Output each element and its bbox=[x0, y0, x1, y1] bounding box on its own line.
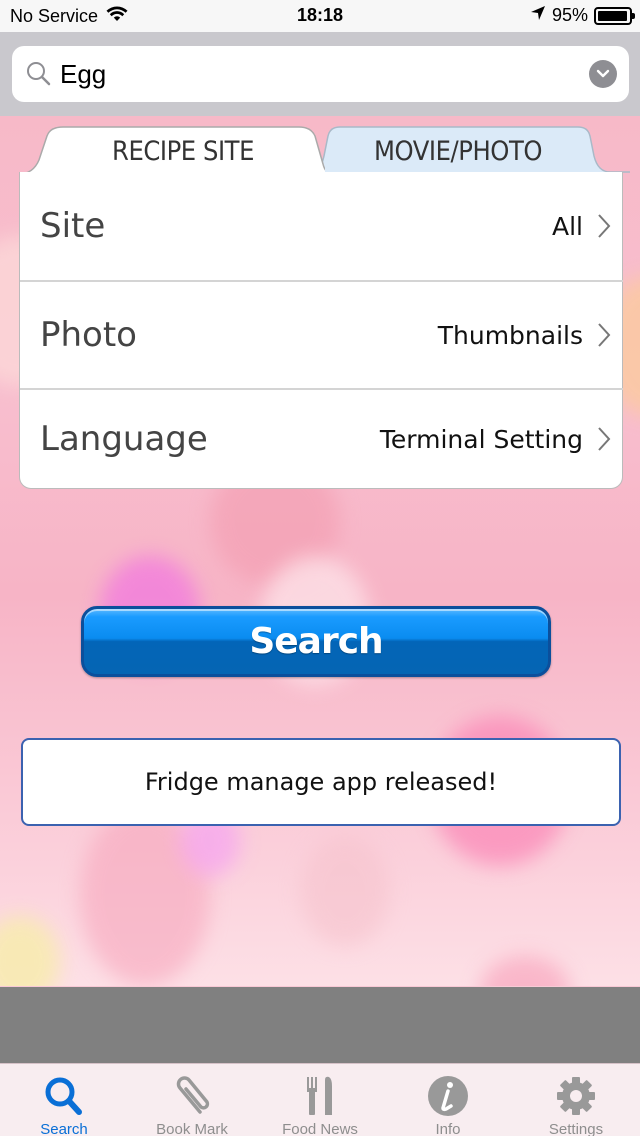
search-box[interactable] bbox=[12, 46, 629, 102]
tab-bar-label: Settings bbox=[548, 1121, 604, 1136]
dropdown-button[interactable] bbox=[589, 60, 617, 88]
search-button[interactable]: Search bbox=[81, 606, 551, 677]
magnifier-icon bbox=[26, 61, 52, 87]
photo-row[interactable]: Photo Thumbnails bbox=[20, 282, 623, 388]
gear-icon bbox=[554, 1074, 598, 1118]
language-label: Language bbox=[40, 419, 208, 459]
chevron-right-icon bbox=[598, 214, 611, 238]
battery-fill bbox=[598, 10, 627, 21]
status-bar: No Service 18:18 95% bbox=[0, 0, 640, 32]
tab-bar-bookmark[interactable]: Book Mark bbox=[128, 1064, 256, 1136]
site-value: All bbox=[552, 211, 583, 241]
ad-banner-area bbox=[0, 987, 640, 1063]
tab-bar-food-news[interactable]: Food News bbox=[256, 1064, 384, 1136]
search-input[interactable] bbox=[60, 54, 580, 94]
battery-icon bbox=[594, 6, 635, 25]
search-button-label: Search bbox=[249, 621, 383, 662]
wifi-icon bbox=[106, 5, 128, 27]
tab-movie-photo[interactable]: MOVIE/PHOTO bbox=[336, 126, 581, 176]
tab-bar-search[interactable]: Search bbox=[0, 1064, 128, 1136]
news-banner[interactable]: Fridge manage app released! bbox=[21, 738, 621, 826]
language-value: Terminal Setting bbox=[379, 424, 583, 454]
tab-bar-label: Search bbox=[40, 1121, 88, 1136]
tab-bar: Search Book Mark Food News Info Settings bbox=[0, 1063, 640, 1136]
fork-knife-icon bbox=[298, 1074, 342, 1118]
tab-bar-info[interactable]: Info bbox=[384, 1064, 512, 1136]
search-icon bbox=[42, 1074, 86, 1118]
paperclip-icon bbox=[170, 1074, 214, 1118]
photo-value: Thumbnails bbox=[437, 320, 583, 350]
search-bar-area bbox=[0, 32, 640, 116]
tab-recipe-site[interactable]: RECIPE SITE bbox=[62, 126, 305, 176]
battery-percent: 95% bbox=[551, 5, 588, 25]
location-arrow-icon bbox=[530, 5, 546, 26]
tab-bar-label: Food News bbox=[282, 1121, 358, 1136]
language-row[interactable]: Language Terminal Setting bbox=[20, 390, 623, 488]
search-options-card: Site All Photo Thumbnails Language Termi… bbox=[19, 172, 623, 489]
chevron-right-icon bbox=[598, 427, 611, 451]
tab-bar-settings[interactable]: Settings bbox=[512, 1064, 640, 1136]
tab-bar-label: Book Mark bbox=[156, 1121, 228, 1136]
site-label: Site bbox=[40, 206, 106, 246]
photo-label: Photo bbox=[40, 315, 137, 355]
chevron-down-icon bbox=[596, 69, 610, 78]
tab-bar-label: Info bbox=[435, 1121, 461, 1136]
news-banner-text: Fridge manage app released! bbox=[144, 768, 498, 796]
site-row[interactable]: Site All bbox=[20, 172, 623, 280]
info-icon bbox=[426, 1074, 470, 1118]
carrier-label: No Service bbox=[10, 5, 99, 26]
chevron-right-icon bbox=[598, 323, 611, 347]
